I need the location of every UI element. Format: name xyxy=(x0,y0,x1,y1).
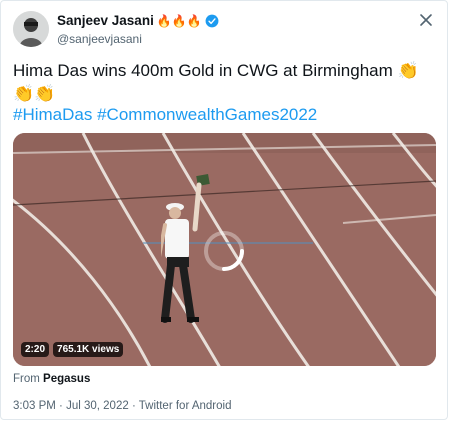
hashtags: #HimaDas #CommonwealthGames2022 xyxy=(13,103,317,126)
author-handle[interactable]: @sanjeevjasani xyxy=(57,32,142,46)
hashtag-himadas[interactable]: #HimaDas xyxy=(13,105,92,124)
author-name[interactable]: Sanjeev Jasani xyxy=(57,13,154,28)
tweet-date[interactable]: Jul 30, 2022 xyxy=(66,400,129,412)
meta-separator-2: · xyxy=(131,400,136,412)
loading-spinner-icon xyxy=(204,231,244,271)
avatar[interactable] xyxy=(13,11,49,47)
tweet-metadata: 3:03 PM · Jul 30, 2022 · Twitter for And… xyxy=(13,400,231,412)
verified-badge-icon xyxy=(205,14,219,27)
attribution-prefix: From xyxy=(13,373,40,385)
video-duration: 2:20 xyxy=(21,342,50,357)
fire-emojis: 🔥🔥🔥 xyxy=(156,13,202,28)
tweet-text: Hima Das wins 400m Gold in CWG at Birmin… xyxy=(13,59,433,105)
tweet-body: Hima Das wins 400m Gold in CWG at Birmin… xyxy=(13,61,393,80)
attribution-source[interactable]: Pegasus xyxy=(43,373,90,385)
close-icon[interactable] xyxy=(419,13,433,27)
avatar-image xyxy=(13,11,49,47)
author-name-row[interactable]: Sanjeev Jasani 🔥🔥🔥 xyxy=(57,13,219,28)
video-player[interactable]: 2:20 765.1K views xyxy=(13,133,436,366)
meta-separator: · xyxy=(59,400,63,412)
media-attribution: From Pegasus xyxy=(13,373,90,385)
video-info-badges: 2:20 765.1K views xyxy=(21,342,124,357)
tweet-client: Twitter for Android xyxy=(138,400,232,412)
tweet-card[interactable]: Sanjeev Jasani 🔥🔥🔥 @sanjeevjasani Hima D… xyxy=(0,0,448,420)
tweet-time[interactable]: 3:03 PM xyxy=(13,400,56,412)
hashtag-commonwealthgames2022[interactable]: #CommonwealthGames2022 xyxy=(97,105,317,124)
video-views: 765.1K views xyxy=(53,342,124,357)
